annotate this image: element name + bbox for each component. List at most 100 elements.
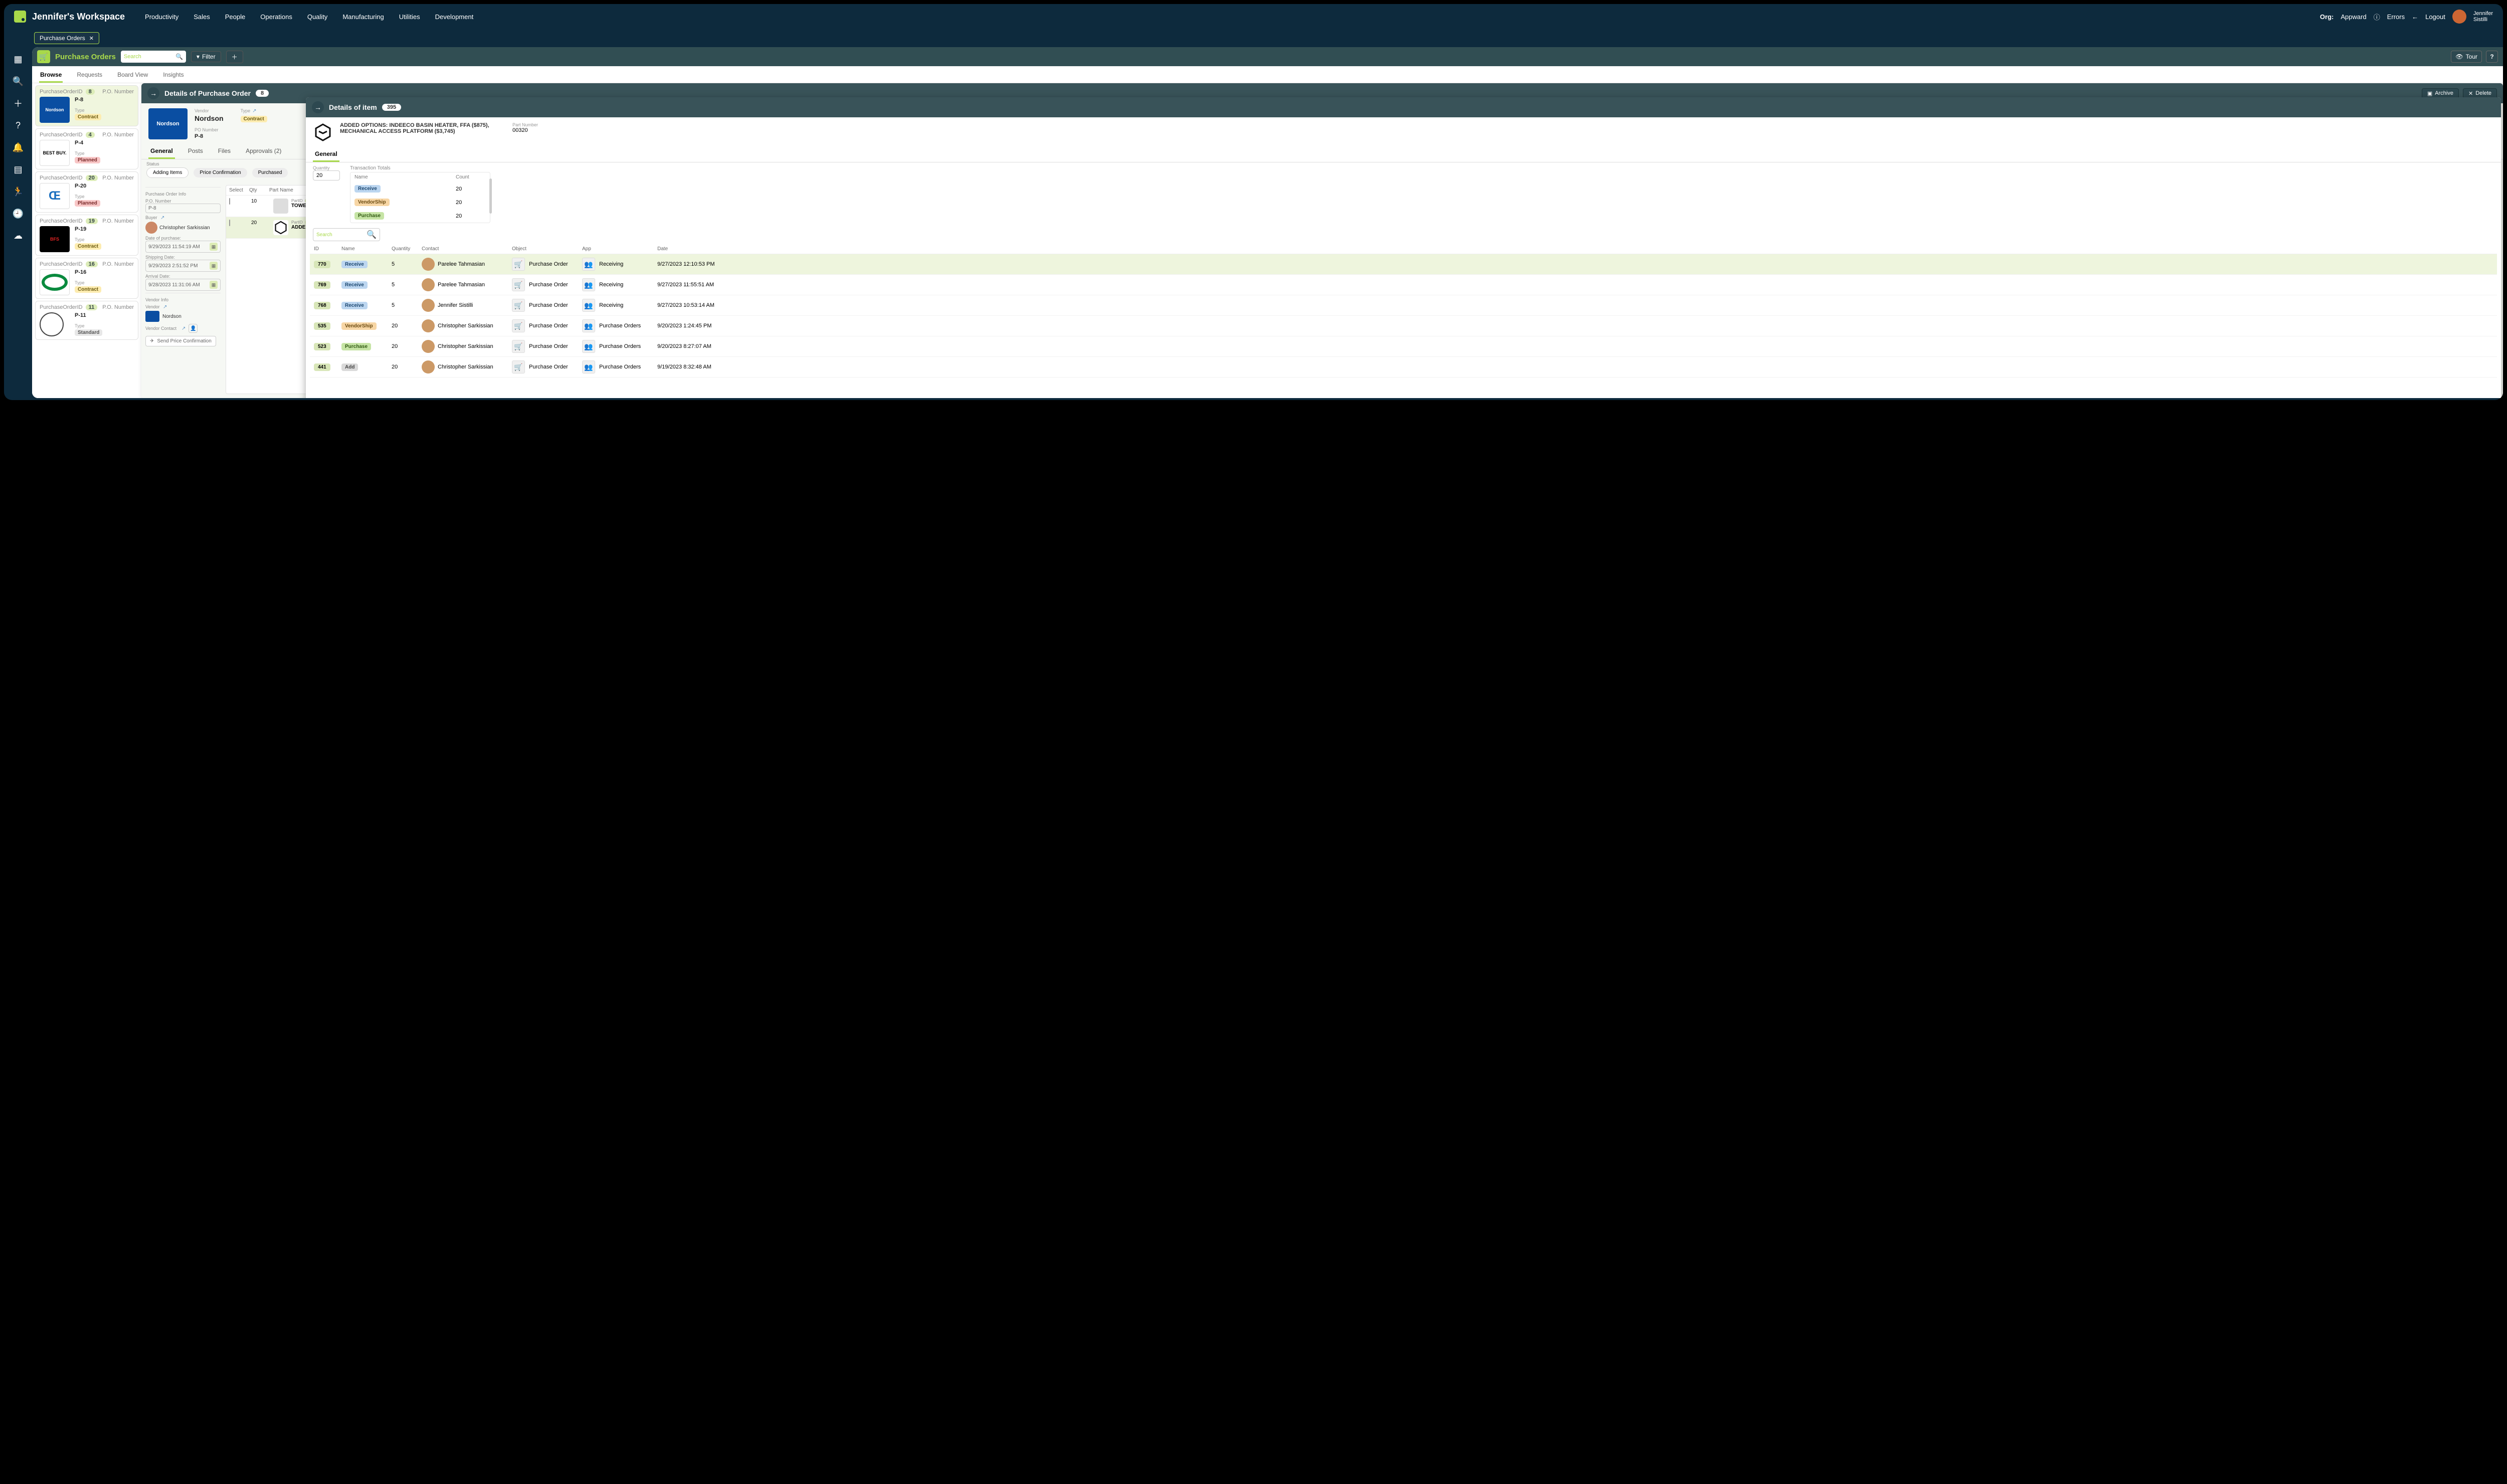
item-checkbox[interactable] xyxy=(229,198,230,205)
tab-purchase-orders[interactable]: Purchase Orders ✕ xyxy=(34,32,99,44)
apps-icon[interactable]: ▦ xyxy=(12,53,24,65)
type-link-icon[interactable]: ↗ xyxy=(252,108,256,114)
quantity-input[interactable] xyxy=(313,170,340,180)
po-card-list[interactable]: PurchaseOrderID8P.O. Number Nordson P-8T… xyxy=(32,83,141,398)
org-name[interactable]: Appward xyxy=(2341,13,2366,21)
col-app: App xyxy=(582,246,657,252)
buyer-label: Buyer ↗ xyxy=(145,215,221,221)
activity-search-input[interactable] xyxy=(316,232,367,238)
help-icon[interactable]: ? xyxy=(12,119,24,131)
activity-row[interactable]: 535 VendorShip 20 Christopher Sarkissian… xyxy=(310,316,2497,336)
tour-button[interactable]: 👁Tour xyxy=(2451,51,2482,63)
item-icon xyxy=(313,122,333,142)
nav-development[interactable]: Development xyxy=(435,13,474,21)
vcontact-link-icon[interactable]: ↗ xyxy=(182,326,186,331)
subtab-approvals[interactable]: Approvals (2) xyxy=(244,144,283,159)
nav-sales[interactable]: Sales xyxy=(194,13,210,21)
logo-icon[interactable] xyxy=(14,11,26,23)
main-nav: Productivity Sales People Operations Qua… xyxy=(145,13,473,21)
module-help-button[interactable]: ? xyxy=(2486,51,2498,63)
col-qty: Qty xyxy=(249,188,269,193)
vendor-link-icon[interactable]: ↗ xyxy=(163,304,167,310)
activity-search[interactable]: 🔍 xyxy=(313,228,380,241)
nav-utilities[interactable]: Utilities xyxy=(399,13,420,21)
nav-operations[interactable]: Operations xyxy=(260,13,292,21)
activity-row[interactable]: 769 Receive 5 Parelee Tahmasian 🛒Purchas… xyxy=(310,275,2497,295)
item-checkbox[interactable] xyxy=(229,220,230,226)
collapse-item-icon[interactable]: → xyxy=(312,101,324,113)
errors-icon[interactable]: ⓘ xyxy=(2374,12,2380,22)
subtab-posts[interactable]: Posts xyxy=(186,144,205,159)
po-card[interactable]: PurchaseOrderID11P.O. Number ✖ P-11TypeS… xyxy=(35,301,138,340)
tab-browse[interactable]: Browse xyxy=(39,69,63,83)
filter-button[interactable]: ▾Filter xyxy=(191,51,221,62)
calendar-icon[interactable]: ▦ xyxy=(210,262,218,270)
po-detail-count: 8 xyxy=(256,90,269,97)
arr-input[interactable]: 9/28/2023 11:31:06 AM▦ xyxy=(145,279,221,291)
dop-input[interactable]: 9/29/2023 11:54:19 AM▦ xyxy=(145,241,221,253)
close-tab-icon[interactable]: ✕ xyxy=(89,35,94,42)
collapse-detail-icon[interactable]: → xyxy=(147,87,159,99)
search-icon[interactable]: 🔍 xyxy=(12,75,24,87)
subtab-files[interactable]: Files xyxy=(216,144,233,159)
bell-icon[interactable]: 🔔 xyxy=(12,141,24,153)
archive-icon: ▣ xyxy=(2427,90,2432,97)
chat-icon[interactable]: ▤ xyxy=(12,163,24,175)
ship-input[interactable]: 9/29/2023 2:51:52 PM▦ xyxy=(145,260,221,272)
user-avatar[interactable] xyxy=(2452,10,2466,24)
activity-row[interactable]: 523 Purchase 20 Christopher Sarkissian 🛒… xyxy=(310,336,2497,357)
card-logo: Nordson xyxy=(40,97,70,123)
stage-purchased[interactable]: Purchased xyxy=(252,168,288,177)
subtab-general[interactable]: General xyxy=(148,144,175,159)
item-tab-general[interactable]: General xyxy=(313,147,339,162)
contact-avatar xyxy=(422,340,435,353)
add-icon[interactable]: ＋ xyxy=(12,97,24,109)
tab-board-view[interactable]: Board View xyxy=(116,69,149,83)
module-search-input[interactable] xyxy=(124,54,175,60)
po-card[interactable]: PurchaseOrderID8P.O. Number Nordson P-8T… xyxy=(35,85,138,126)
logout-link[interactable]: Logout xyxy=(2425,13,2445,21)
eye-icon: 👁 xyxy=(2455,53,2463,60)
po-card[interactable]: PurchaseOrderID16P.O. Number P-16TypeCon… xyxy=(35,258,138,299)
clock-icon[interactable]: 🕘 xyxy=(12,208,24,220)
object-icon: 🛒 xyxy=(512,278,525,291)
stage-price-confirmation[interactable]: Price Confirmation xyxy=(194,168,247,177)
open-tabs-row: Purchase Orders ✕ xyxy=(4,29,2503,47)
po-card[interactable]: PurchaseOrderID4P.O. Number BEST BUY. P-… xyxy=(35,128,138,169)
run-icon[interactable]: 🏃 xyxy=(12,186,24,198)
tab-insights[interactable]: Insights xyxy=(162,69,185,83)
add-po-button[interactable]: ＋ xyxy=(226,51,243,63)
app-shell: Jennifer's Workspace Productivity Sales … xyxy=(4,4,2503,400)
po-card[interactable]: PurchaseOrderID20P.O. Number Œ P-20TypeP… xyxy=(35,171,138,213)
nav-quality[interactable]: Quality xyxy=(307,13,327,21)
nav-manufacturing[interactable]: Manufacturing xyxy=(342,13,384,21)
cloud-icon[interactable]: ☁ xyxy=(12,230,24,242)
buyer-link-icon[interactable]: ↗ xyxy=(160,215,164,221)
ponum-input[interactable]: P-8 xyxy=(145,204,221,213)
calendar-icon[interactable]: ▦ xyxy=(210,281,218,289)
activity-row[interactable]: 441 Add 20 Christopher Sarkissian 🛒Purch… xyxy=(310,357,2497,378)
vcontact-user-icon[interactable]: 👤 xyxy=(189,324,198,333)
send-price-confirmation-button[interactable]: ✈Send Price Confirmation xyxy=(145,336,216,346)
item-top: ADDED OPTIONS: INDEECO BASIN HEATER, FFA… xyxy=(306,117,2501,147)
po-card[interactable]: PurchaseOrderID19P.O. Number BFS P-19Typ… xyxy=(35,215,138,256)
stage-adding-items[interactable]: Adding Items xyxy=(146,167,189,178)
activity-row[interactable]: 770 Receive 5 Parelee Tahmasian 🛒Purchas… xyxy=(310,254,2497,275)
type-value: Contract xyxy=(241,116,267,122)
totals-scrollbar[interactable] xyxy=(489,178,492,214)
module-tabs: Browse Requests Board View Insights xyxy=(32,66,2503,83)
card-logo: BFS xyxy=(40,226,70,252)
arr-label: Arrival Date: xyxy=(145,274,221,279)
logout-icon[interactable]: ← xyxy=(2412,13,2418,21)
nav-people[interactable]: People xyxy=(225,13,245,21)
nav-productivity[interactable]: Productivity xyxy=(145,13,178,21)
calendar-icon[interactable]: ▦ xyxy=(210,243,218,251)
activity-row[interactable]: 768 Receive 5 Jennifer Sistilli 🛒Purchas… xyxy=(310,295,2497,316)
tab-requests[interactable]: Requests xyxy=(76,69,103,83)
item-detail-pane: → Details of item 395 ADDED OPTIONS: IND… xyxy=(306,97,2501,398)
filter-icon: ▾ xyxy=(197,53,200,60)
module-search[interactable]: 🔍 xyxy=(121,51,186,63)
contact-avatar xyxy=(422,299,435,312)
app-icon: 👥 xyxy=(582,299,595,312)
errors-link[interactable]: Errors xyxy=(2387,13,2405,21)
